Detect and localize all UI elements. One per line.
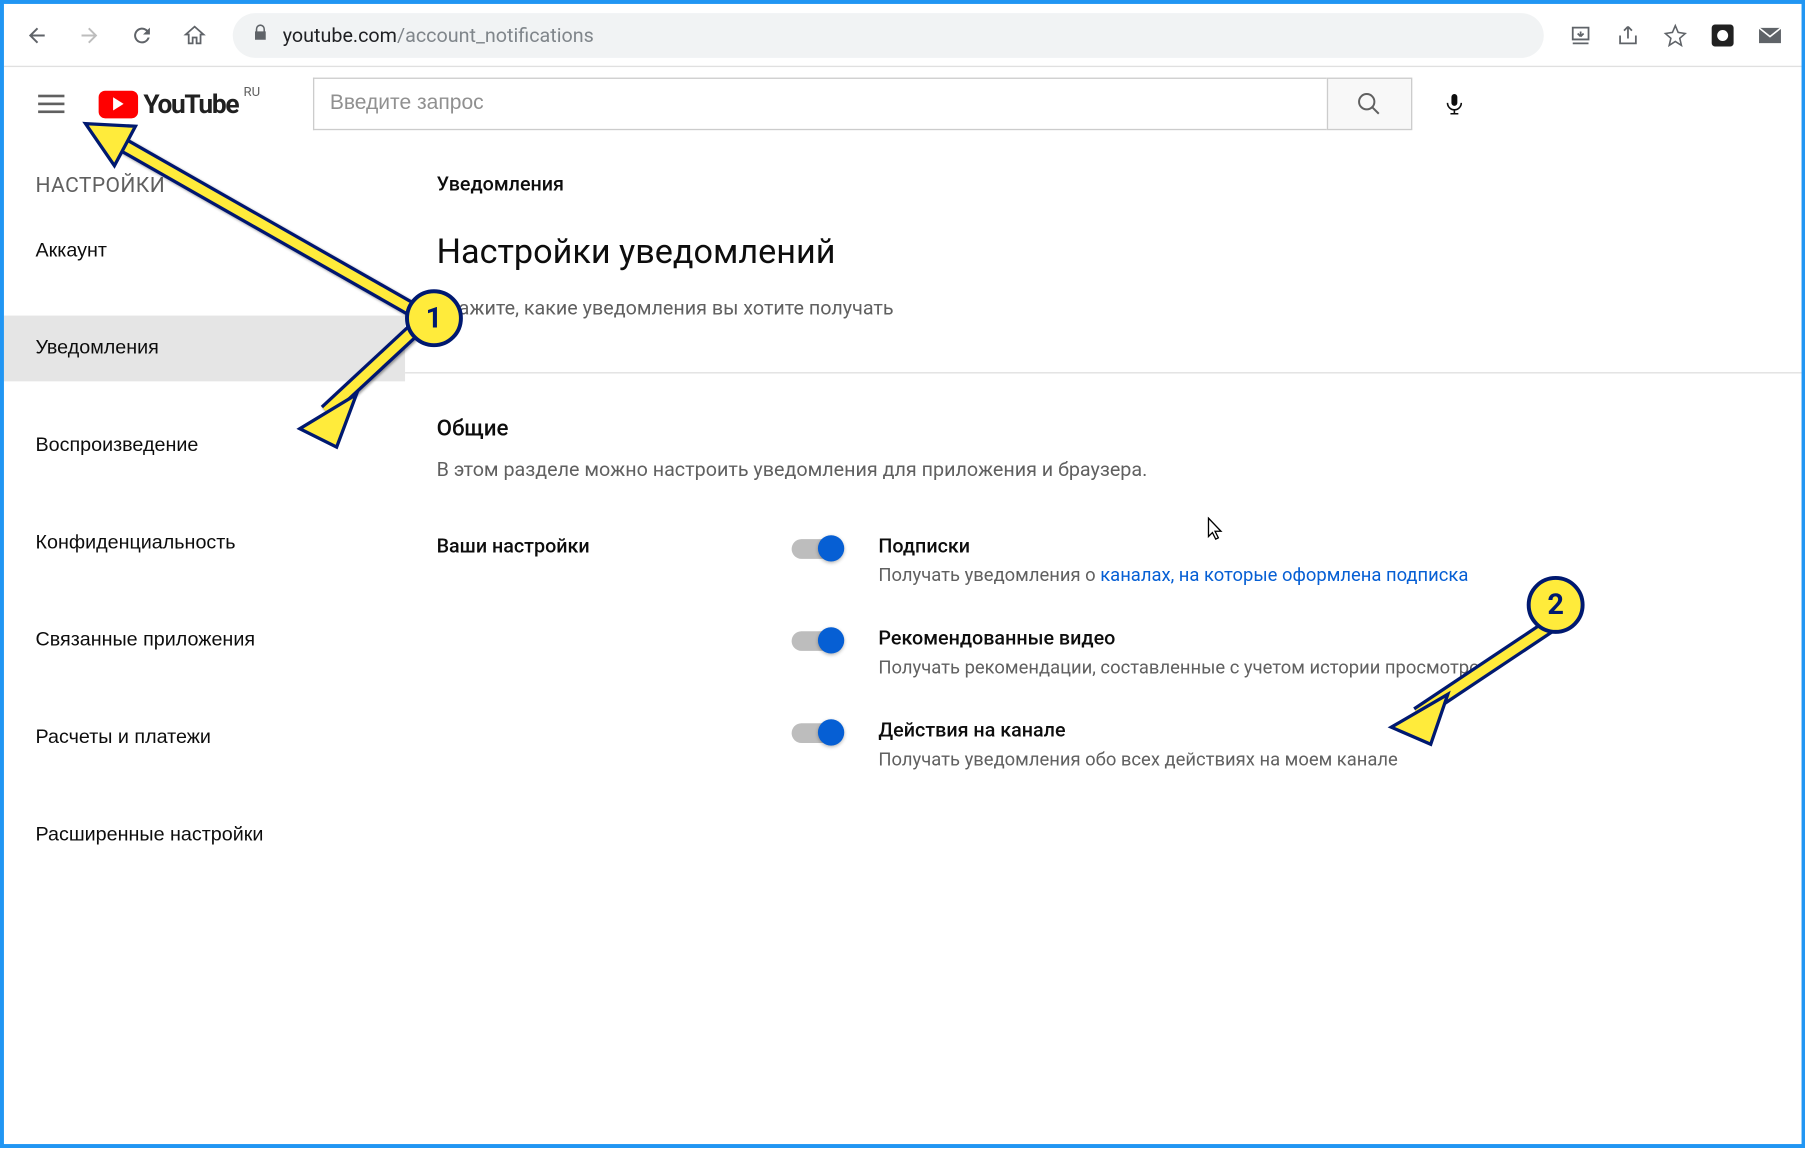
toggle-description: Получать уведомления обо всех действиях … — [878, 750, 1770, 771]
cursor-icon — [1207, 517, 1225, 543]
region-label: RU — [243, 85, 260, 99]
youtube-header: YouTube RU — [4, 67, 1802, 141]
toggle-title: Подписки — [878, 534, 1770, 558]
address-bar[interactable]: youtube.com/account_notifications — [233, 12, 1544, 57]
bookmark-star-icon[interactable] — [1654, 14, 1696, 56]
search-input[interactable] — [313, 78, 1327, 131]
sidebar-item-playback[interactable]: Воспроизведение — [4, 413, 405, 479]
sidebar-item-billing[interactable]: Расчеты и платежи — [4, 705, 405, 771]
browser-chrome-bar: youtube.com/account_notifications — [4, 4, 1802, 67]
sidebar-item-notifications[interactable]: Уведомления — [4, 316, 405, 382]
settings-content: Уведомления Настройки уведомлений Укажит… — [405, 141, 1802, 1144]
share-app-icon[interactable] — [1607, 14, 1649, 56]
toggle-description: Получать рекомендации, составленные с уч… — [878, 658, 1770, 679]
youtube-logo-text: YouTube — [143, 88, 238, 120]
search-icon — [1356, 91, 1382, 117]
sidebar-item-privacy[interactable]: Конфиденциальность — [4, 510, 405, 576]
section-label: Уведомления — [437, 172, 1770, 196]
youtube-play-icon — [99, 90, 138, 118]
search-button[interactable] — [1327, 78, 1412, 131]
toggle-description: Получать уведомления о каналах, на котор… — [878, 565, 1770, 586]
page-title: Настройки уведомлений — [437, 233, 1770, 272]
toggle-title: Действия на канале — [878, 718, 1770, 742]
toggle-row-channel-activity: Действия на канале Получать уведомления … — [792, 718, 1770, 771]
subscription-channels-link[interactable]: каналах, на которые оформлена подписка — [1100, 565, 1468, 586]
sidebar-item-advanced[interactable]: Расширенные настройки — [4, 802, 405, 868]
forward-button[interactable] — [67, 12, 112, 57]
sidebar-title: НАСТРОЙКИ — [4, 162, 405, 219]
url-text: youtube.com/account_notifications — [283, 23, 594, 47]
mail-icon[interactable] — [1749, 14, 1791, 56]
general-heading: Общие — [437, 416, 1770, 442]
home-button[interactable] — [172, 12, 217, 57]
toggle-subscriptions[interactable] — [792, 539, 842, 559]
general-description: В этом разделе можно настроить уведомлен… — [437, 458, 1770, 482]
sidebar-item-account[interactable]: Аккаунт — [4, 218, 405, 284]
microphone-icon — [1442, 89, 1466, 118]
back-button[interactable] — [14, 12, 59, 57]
prefs-label: Ваши настройки — [437, 534, 792, 558]
lock-icon — [251, 23, 269, 47]
extension-icon[interactable] — [1702, 14, 1744, 56]
hamburger-menu-button[interactable] — [25, 78, 78, 131]
toggle-row-recommended: Рекомендованные видео Получать рекоменда… — [792, 626, 1770, 679]
toggle-recommended[interactable] — [792, 631, 842, 651]
toggle-title: Рекомендованные видео — [878, 626, 1770, 650]
toggle-row-subscriptions: Подписки Получать уведомления о каналах,… — [792, 534, 1770, 587]
sidebar-item-connected-apps[interactable]: Связанные приложения — [4, 608, 405, 674]
voice-search-button[interactable] — [1428, 78, 1481, 131]
page-subtitle: Укажите, какие уведомления вы хотите пол… — [437, 296, 1770, 320]
refresh-button[interactable] — [120, 12, 165, 57]
settings-sidebar: НАСТРОЙКИ Аккаунт Уведомления Воспроизве… — [4, 141, 405, 1144]
divider — [405, 372, 1802, 373]
youtube-logo[interactable]: YouTube — [99, 88, 239, 120]
search-form — [313, 78, 1412, 131]
hamburger-icon — [38, 95, 64, 113]
install-app-icon[interactable] — [1560, 14, 1602, 56]
toggle-channel-activity[interactable] — [792, 723, 842, 743]
